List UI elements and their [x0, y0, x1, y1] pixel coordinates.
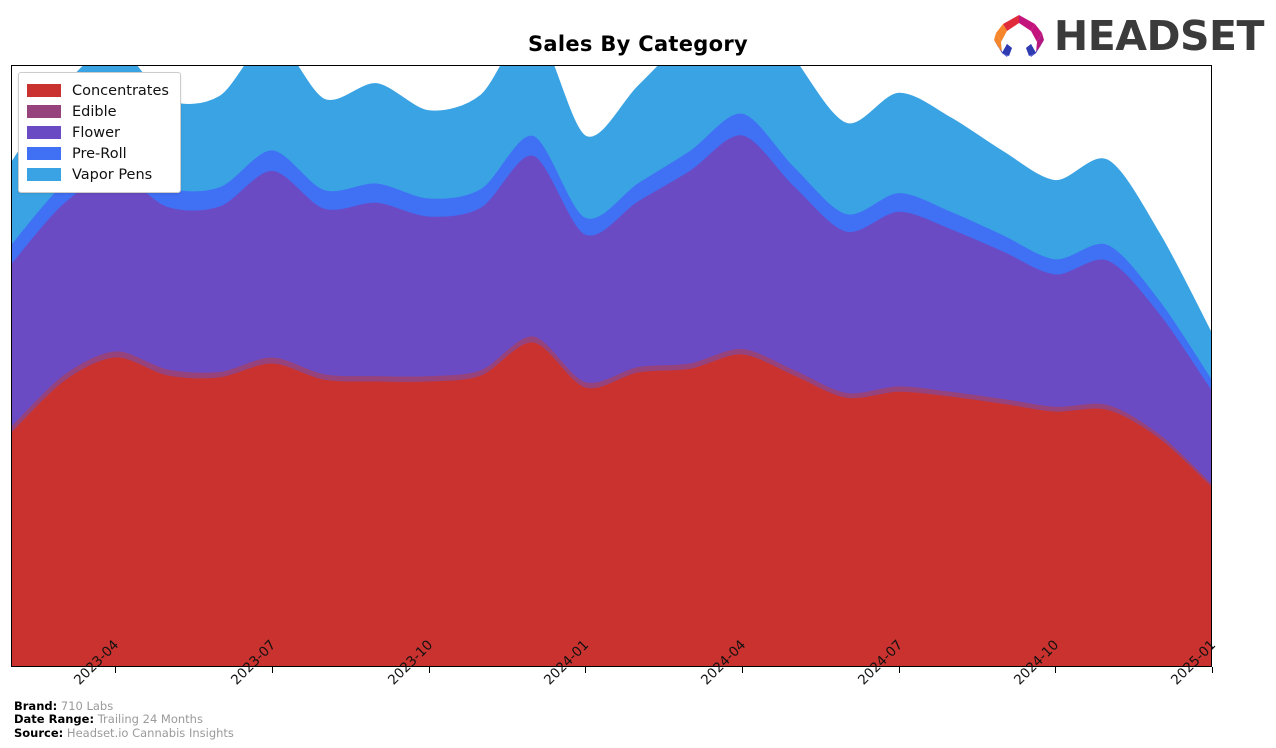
chart-page: Sales By Category HEADSET Concentrates Ed…	[0, 0, 1276, 748]
headset-hexagon-logo-icon	[993, 15, 1044, 57]
x-axis-tick-mark	[1055, 667, 1057, 673]
headset-logo: HEADSET	[991, 10, 1265, 62]
legend-item[interactable]: Pre-Roll	[27, 143, 169, 164]
footer-value: 710 Labs	[60, 698, 114, 713]
x-axis: 2023-04 2023-07 2023-10 2024-01 2024-04 2024-…	[11, 637, 1219, 688]
legend-color-swatch	[27, 168, 61, 181]
chart-footer: Brand: 710 Labs Date Range: Trailing 24 M…	[14, 698, 234, 741]
legend-item-label: Vapor Pens	[72, 166, 153, 183]
footer-row: Brand: 710 Labs	[14, 698, 234, 714]
legend-item-label: Concentrates	[72, 82, 169, 99]
x-axis-tick-mark	[585, 667, 587, 673]
x-axis-tick-mark	[898, 667, 900, 673]
stacked-area-chart	[11, 65, 1212, 667]
x-axis-tick-mark	[428, 667, 430, 673]
legend-item[interactable]: Edible	[27, 101, 169, 122]
x-axis-tick-mark	[1212, 667, 1213, 673]
footer-value: Headset.io Cannabis Insights	[66, 725, 234, 740]
legend-item-label: Pre-Roll	[72, 145, 127, 162]
legend-item[interactable]: Concentrates	[27, 80, 169, 101]
plot-area	[11, 65, 1212, 667]
x-axis-tick-mark	[272, 667, 274, 673]
legend-item[interactable]: Vapor Pens	[27, 164, 169, 185]
x-axis-tick-mark	[115, 667, 117, 673]
footer-row: Date Range: Trailing 24 Months	[14, 712, 234, 727]
legend-item[interactable]: Flower	[27, 122, 169, 143]
legend-item-label: Flower	[72, 124, 120, 141]
footer-key: Date Range:	[14, 712, 95, 726]
chart-legend: Concentrates Edible Flower Pre-Roll Vapor Pe…	[18, 72, 181, 193]
legend-color-swatch	[27, 147, 61, 160]
legend-color-swatch	[27, 105, 61, 118]
footer-key: Source:	[14, 725, 64, 740]
legend-item-label: Edible	[72, 103, 117, 120]
legend-color-swatch	[27, 84, 61, 97]
legend-color-swatch	[27, 126, 61, 139]
footer-value: Trailing 24 Months	[97, 712, 203, 726]
footer-key: Brand:	[14, 698, 58, 713]
logo-wordmark: HEADSET	[1053, 11, 1265, 60]
footer-row: Source: Headset.io Cannabis Insights	[14, 725, 234, 741]
x-axis-tick-mark	[742, 667, 744, 673]
